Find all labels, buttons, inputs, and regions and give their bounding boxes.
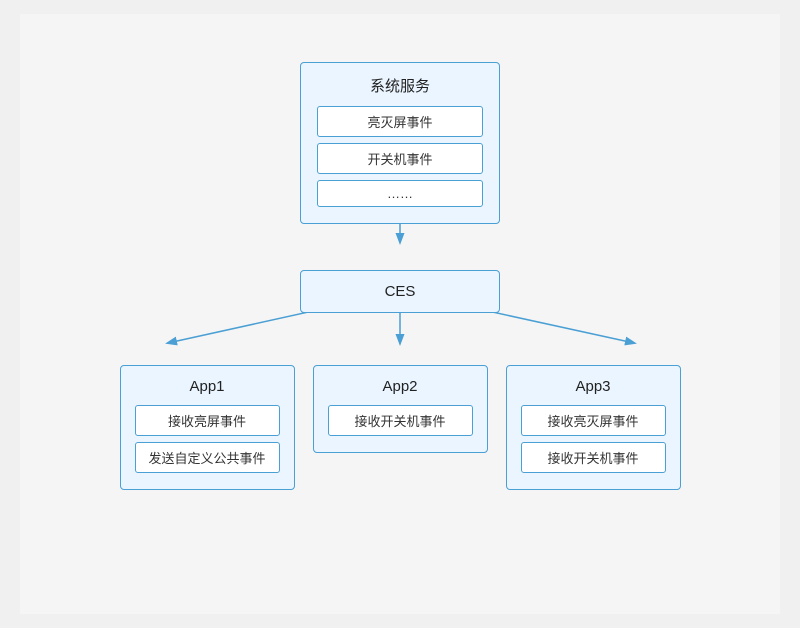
- app1-item-0: 接收亮屏事件: [135, 405, 280, 436]
- system-service-title: 系统服务: [317, 75, 483, 96]
- app3-item-0: 接收亮灭屏事件: [521, 405, 666, 436]
- ces-layer: CES: [300, 270, 500, 313]
- diagram: 系统服务 亮灭屏事件 开关机事件 …… CES App1 接收亮屏事件 发送自定…: [20, 14, 780, 614]
- system-service-item-1: 开关机事件: [317, 143, 483, 174]
- app3-title: App3: [521, 378, 666, 395]
- system-service-item-0: 亮灭屏事件: [317, 106, 483, 137]
- ces-box: CES: [300, 270, 500, 313]
- app1-item-1: 发送自定义公共事件: [135, 442, 280, 473]
- app2-item-0: 接收开关机事件: [328, 405, 473, 436]
- app3-item-1: 接收开关机事件: [521, 442, 666, 473]
- system-service-box: 系统服务 亮灭屏事件 开关机事件 ……: [300, 62, 500, 224]
- apps-layer: App1 接收亮屏事件 发送自定义公共事件 App2 接收开关机事件 App3 …: [20, 365, 780, 490]
- system-service-layer: 系统服务 亮灭屏事件 开关机事件 ……: [300, 38, 500, 224]
- app2-box: App2 接收开关机事件: [313, 365, 488, 453]
- app2-title: App2: [328, 378, 473, 395]
- app3-box: App3 接收亮灭屏事件 接收开关机事件: [506, 365, 681, 490]
- app1-title: App1: [135, 378, 280, 395]
- system-service-item-2: ……: [317, 180, 483, 207]
- app1-box: App1 接收亮屏事件 发送自定义公共事件: [120, 365, 295, 490]
- ces-label: CES: [385, 283, 416, 300]
